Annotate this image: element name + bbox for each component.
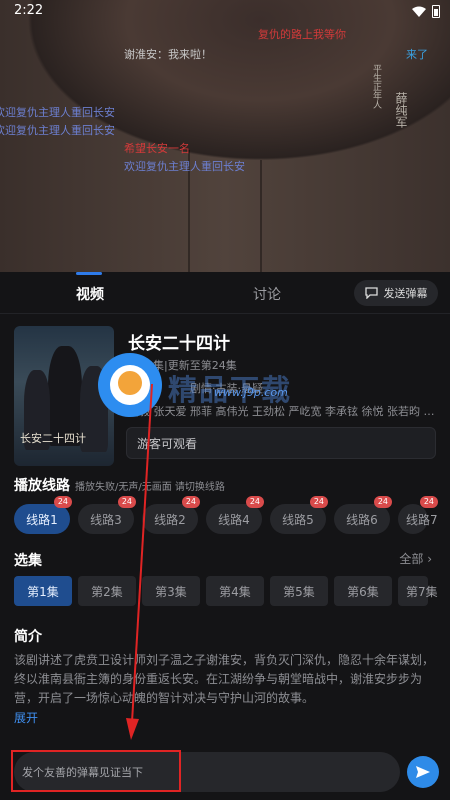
watermark-logo [98,353,162,417]
line-badge: 24 [117,496,136,508]
line-badge: 24 [309,496,328,508]
line-option[interactable]: 线路5 24 [270,496,328,534]
send-icon [416,766,430,778]
intro-heading: 简介 [14,629,42,645]
line-badge: 24 [419,496,438,508]
poster-title: 长安二十四计 [20,432,86,445]
line-badge: 24 [373,496,392,508]
lines-heading: 播放线路 [14,478,70,494]
battery-icon [432,5,440,18]
episode-option[interactable]: 第4集 [206,576,264,606]
line-option[interactable]: 线路3 24 [78,496,136,534]
divider [0,313,450,314]
guest-notice: 游客可观看 [126,427,436,459]
wifi-icon [412,6,426,17]
send-danmaku-button[interactable]: 发送弹幕 [354,280,438,306]
danmaku-item: 谢淮安：我来啦！ [124,48,212,61]
line-list: 线路1 24 线路3 24 线路2 24 线路4 24 线路5 24 线路6 24 线路7 2… [14,496,438,534]
episode-option[interactable]: 第7集 [398,576,438,606]
danmaku-item: 来了 [406,48,428,61]
expand-link[interactable]: 展开 [14,709,38,726]
send-button[interactable] [407,756,439,788]
line-option[interactable]: 线路7 24 [398,496,438,534]
danmaku-item: 复仇的路上我等你 [258,28,346,41]
video-vertical-text: 薛纯军 [394,92,408,128]
lines-hint: 播放失败/无声/无画面 请切换线路 [75,482,225,493]
danmaku-item: 欢迎复仇主理人重回长安 [0,124,115,137]
episode-option[interactable]: 第2集 [78,576,136,606]
episode-option[interactable]: 第5集 [270,576,328,606]
episode-option[interactable]: 第3集 [142,576,200,606]
danmaku-item: 欢迎复仇主理人重回长安 [124,160,245,173]
danmaku-item: 欢迎复仇主理人重回长安 [0,106,115,119]
send-danmaku-label: 发送弹幕 [383,287,428,300]
line-option[interactable]: 线路1 24 [14,496,72,534]
tab-video[interactable]: 视频 [76,284,104,304]
video-player[interactable]: 平生正年人 薛纯军 复仇的路上我等你 谢淮安：我来啦！ 来了 欢迎复仇主理人重回… [0,0,450,272]
show-title: 长安二十四计 [128,334,230,354]
annotation-highlight-box [11,750,181,792]
episode-option[interactable]: 第1集 [14,576,72,606]
danmaku-item: 希望长安一名 [124,142,190,155]
tab-indicator [76,272,102,275]
line-badge: 24 [181,496,200,508]
chevron-right-icon: › [427,552,432,566]
status-time: 2:22 [14,3,44,18]
episodes-all-link[interactable]: 全部 › [399,550,432,567]
episode-option[interactable]: 第6集 [334,576,392,606]
line-option[interactable]: 线路4 24 [206,496,264,534]
line-badge: 24 [53,496,72,508]
video-frame-detail [260,160,262,272]
status-bar: 2:22 [0,0,450,24]
intro-text: 该剧讲述了虎贲卫设计师刘子温之子谢淮安，背负灭门深仇，隐忍十余年谋划，终以淮南县… [14,653,435,705]
episode-list: 第1集 第2集 第3集 第4集 第5集 第6集 第7集 [14,576,438,606]
line-option[interactable]: 线路6 24 [334,496,392,534]
line-badge: 24 [245,496,264,508]
episodes-heading: 选集 [14,553,42,569]
video-vertical-text: 平生正年人 [371,64,381,109]
line-option[interactable]: 线路2 24 [142,496,200,534]
comment-icon [364,287,378,299]
watermark-url: www.j9p.com [214,386,288,399]
tab-discussion[interactable]: 讨论 [253,284,281,304]
